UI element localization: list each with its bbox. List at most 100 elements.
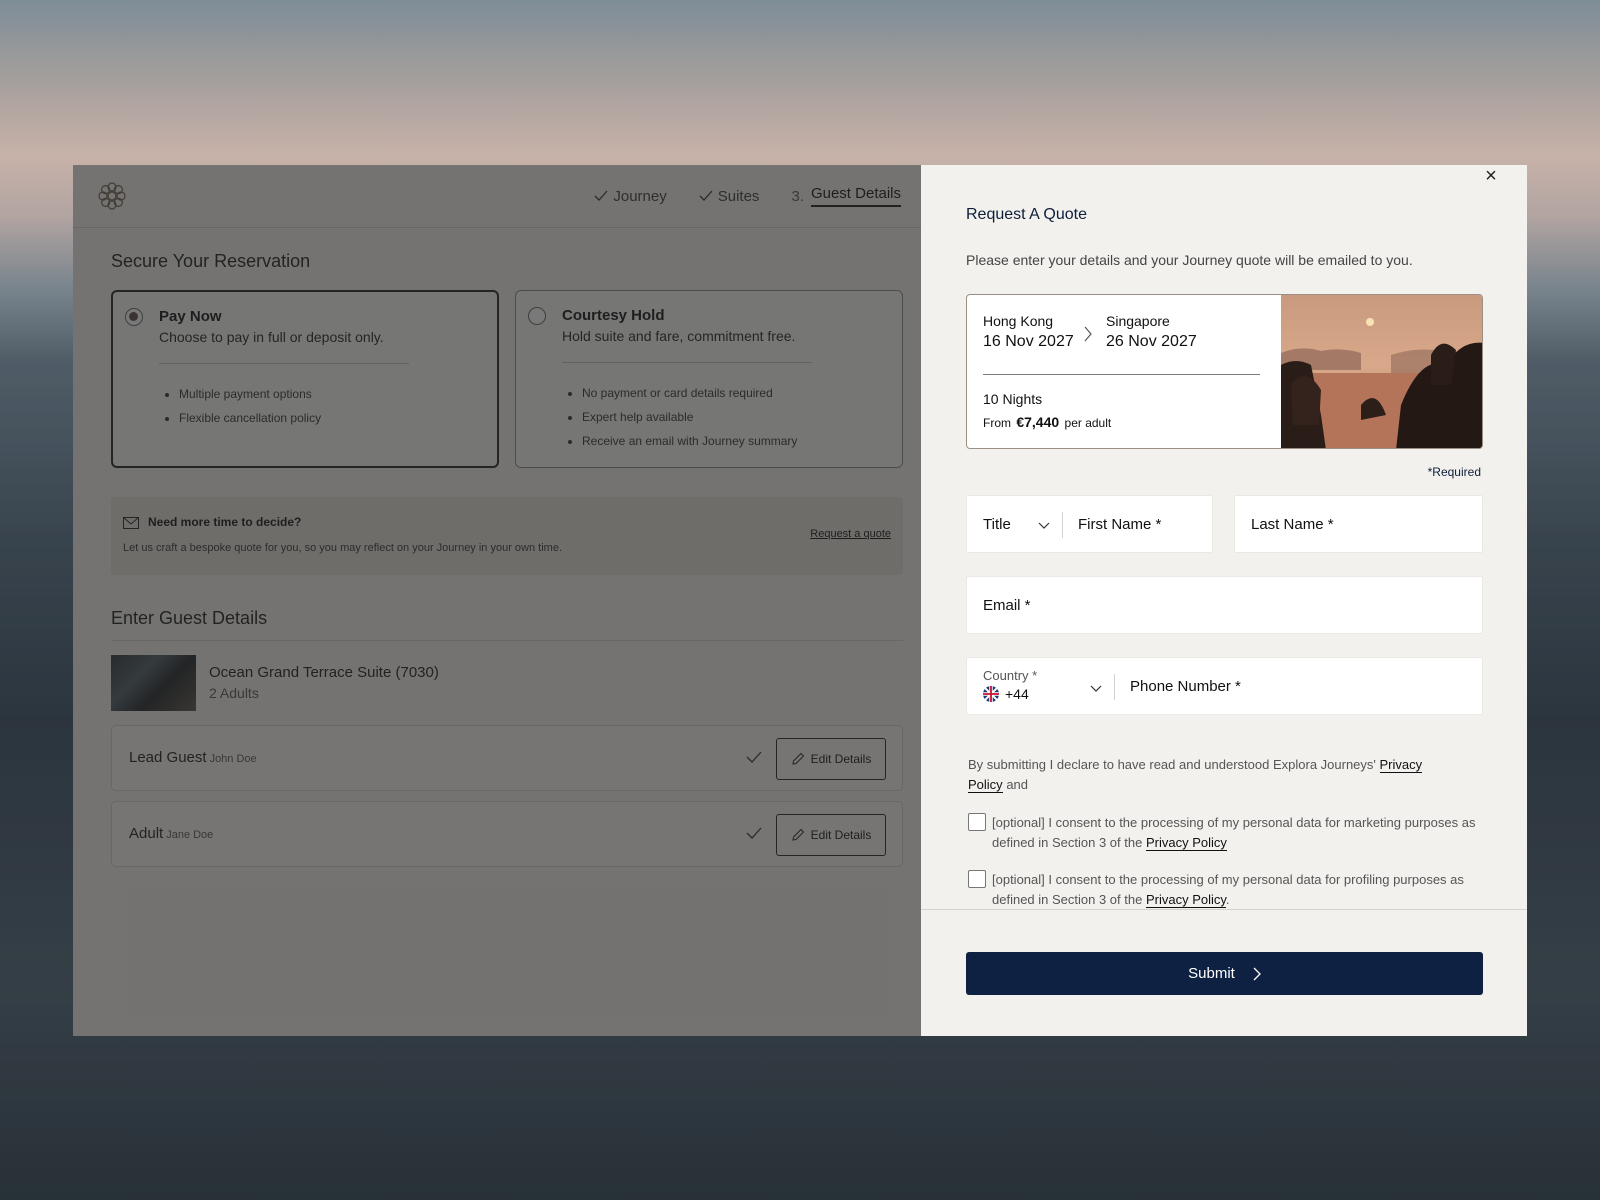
journey-nights: 10 Nights [983, 391, 1043, 407]
country-label: Country * [983, 668, 1037, 683]
pay-now-radio[interactable] [125, 308, 143, 326]
guest-name: John Doe [209, 753, 257, 765]
step-journey[interactable]: Journey [594, 185, 667, 207]
field-separator [1114, 674, 1115, 700]
close-icon[interactable]: × [1483, 166, 1499, 186]
submit-label: Submit [1188, 965, 1235, 982]
pencil-icon [792, 828, 804, 841]
marketing-consent-text: [optional] I consent to the processing o… [992, 815, 1476, 850]
step-guest-details[interactable]: 3. Guest Details [791, 185, 901, 207]
edit-details-button[interactable]: Edit Details [776, 814, 886, 856]
option-divider [562, 362, 812, 363]
required-note: *Required [1427, 465, 1481, 479]
bullet-item: Receive an email with Journey summary [582, 429, 797, 453]
period: . [1225, 892, 1230, 907]
option-subtitle: Choose to pay in full or deposit only. [159, 329, 384, 345]
courtesy-hold-radio[interactable] [528, 307, 546, 325]
envelope-icon [123, 517, 139, 529]
chevron-right-icon [1253, 967, 1261, 980]
option-divider [159, 363, 409, 364]
bullet-item: Expert help available [582, 405, 797, 429]
marketing-consent-label: [optional] I consent to the processing o… [992, 813, 1482, 853]
email-input[interactable]: Email * [966, 576, 1483, 634]
option-title: Courtesy Hold [562, 307, 665, 324]
section-divider [111, 640, 903, 641]
journey-destination: Singapore 26 Nov 2027 [1106, 313, 1197, 351]
request-quote-link[interactable]: Request a quote [810, 528, 891, 540]
bullet-item: Multiple payment options [179, 382, 321, 406]
sunset-bay-image [1281, 295, 1482, 448]
check-icon [594, 190, 608, 201]
consent-text-end: and [1006, 777, 1029, 792]
privacy-policy-link[interactable]: Privacy Policy [1145, 835, 1227, 851]
email-placeholder: Email * [983, 597, 1031, 614]
guest-label: Adult Jane Doe [129, 825, 213, 842]
top-navigation: Journey Suites 3. Guest Details [73, 165, 921, 228]
marketing-consent-checkbox[interactable] [968, 813, 986, 831]
modal-description: Please enter your details and your Journ… [966, 252, 1413, 268]
pay-now-option[interactable]: Pay Now Choose to pay in full or deposit… [111, 290, 499, 468]
request-quote-modal: × Request A Quote Please enter your deta… [921, 165, 1527, 1036]
pencil-icon [792, 752, 804, 765]
step-journey-label: Journey [613, 187, 667, 205]
chevron-right-icon [1084, 326, 1092, 342]
price-suffix: per adult [1064, 416, 1112, 430]
journey-card: Hong Kong 16 Nov 2027 Singapore 26 Nov 2… [966, 294, 1483, 449]
guest-role: Adult [129, 825, 164, 842]
price-amount: €7,440 [1016, 414, 1060, 430]
journey-price: From €7,440 per adult [983, 414, 1111, 430]
progress-steps: Journey Suites 3. Guest Details [594, 185, 901, 207]
consent-declaration: By submitting I declare to have read and… [968, 755, 1448, 795]
title-select[interactable]: Title [983, 516, 1011, 533]
suite-occupancy: 2 Adults [209, 685, 259, 701]
destination-city: Singapore [1106, 313, 1170, 329]
guest-name: Jane Doe [166, 829, 214, 841]
check-icon [699, 190, 713, 201]
modal-title: Request A Quote [966, 206, 1087, 223]
suite-photo [111, 655, 196, 711]
booking-page: Journey Suites 3. Guest Details Secure Y… [73, 165, 921, 1036]
step-number: 3. [791, 187, 804, 205]
guest-row: Adult Jane Doe Edit Details [111, 801, 903, 867]
last-name-placeholder: Last Name * [1251, 516, 1334, 533]
edit-details-label: Edit Details [810, 828, 872, 842]
origin-city: Hong Kong [983, 313, 1054, 329]
last-name-input[interactable]: Last Name * [1234, 495, 1483, 553]
uk-flag-icon [983, 686, 999, 702]
quote-banner: Need more time to decide? Let us craft a… [111, 497, 903, 575]
modal-footer: Submit [921, 909, 1527, 1036]
reservation-title: Secure Your Reservation [111, 251, 311, 271]
guest-label: Lead Guest John Doe [129, 749, 257, 766]
profiling-consent-checkbox[interactable] [968, 870, 986, 888]
country-code: +44 [1005, 686, 1029, 702]
journey-origin: Hong Kong 16 Nov 2027 [983, 313, 1074, 351]
phone-field-group: Country * +44 Phone Number * [966, 657, 1483, 715]
step-suites[interactable]: Suites [699, 185, 760, 207]
edit-details-label: Edit Details [810, 752, 872, 766]
step-guest-details-label: Guest Details [810, 185, 901, 207]
edit-details-button[interactable]: Edit Details [776, 738, 886, 780]
country-code-select[interactable]: +44 [983, 686, 1029, 702]
profiling-consent-label: [optional] I consent to the processing o… [992, 870, 1482, 910]
country-label-text: Country [983, 668, 1029, 683]
step-suites-label: Suites [717, 187, 760, 205]
chevron-down-icon [1090, 685, 1102, 692]
courtesy-hold-option[interactable]: Courtesy Hold Hold suite and fare, commi… [515, 290, 903, 468]
first-name-input[interactable]: First Name * [1078, 516, 1161, 533]
option-subtitle: Hold suite and fare, commitment free. [562, 328, 796, 344]
name-field-group: Title First Name * [966, 495, 1213, 553]
flower-logo-icon[interactable] [95, 179, 129, 213]
quote-banner-text: Let us craft a bespoke quote for you, so… [123, 542, 563, 554]
check-icon [746, 827, 762, 839]
submit-button[interactable]: Submit [966, 952, 1483, 995]
bullet-item: No payment or card details required [582, 381, 797, 405]
privacy-policy-link[interactable]: Privacy Policy [1145, 892, 1226, 908]
option-bullets: No payment or card details required Expe… [582, 381, 797, 453]
option-title: Pay Now [159, 308, 222, 325]
booking-window: Journey Suites 3. Guest Details Secure Y… [73, 165, 1527, 1036]
option-bullets: Multiple payment options Flexible cancel… [179, 382, 321, 430]
check-icon [746, 751, 762, 763]
phone-number-input[interactable]: Phone Number * [1130, 678, 1241, 695]
price-prefix: From [983, 416, 1011, 430]
chevron-down-icon [1038, 522, 1050, 529]
